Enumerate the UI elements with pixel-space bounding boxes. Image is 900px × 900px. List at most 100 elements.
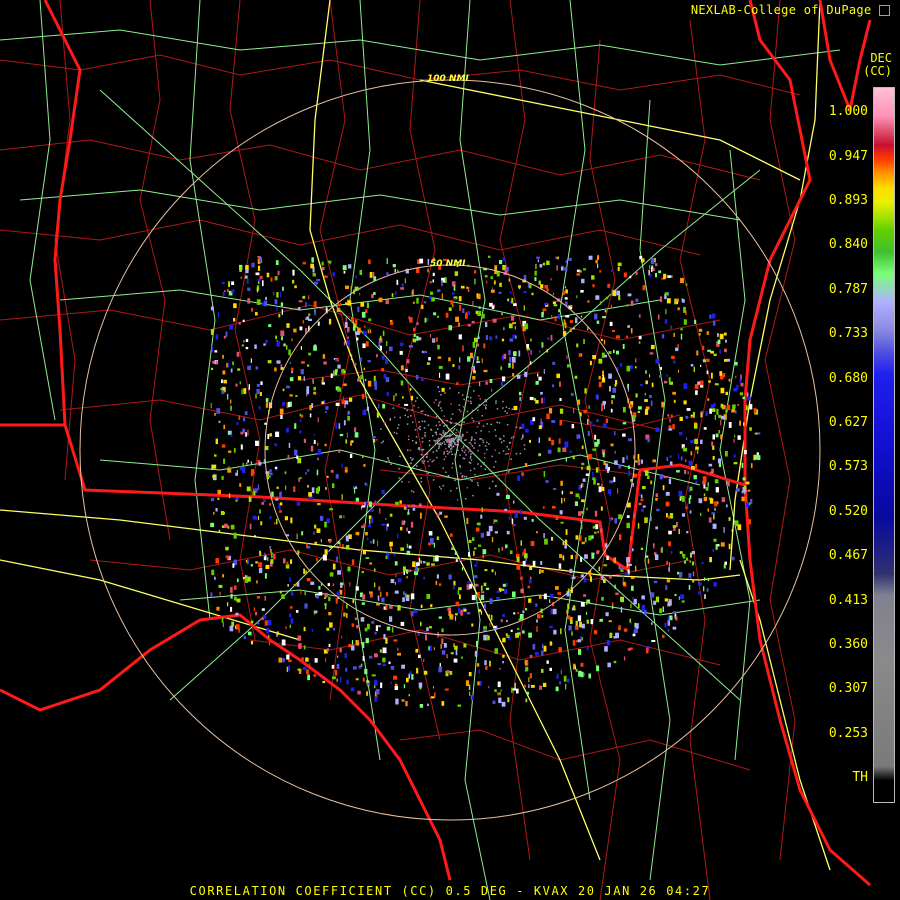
radar-echo — [309, 663, 311, 670]
radar-echo — [512, 322, 516, 325]
radar-echo — [581, 499, 585, 503]
radar-echo — [584, 388, 587, 394]
radar-echo — [423, 576, 425, 580]
radar-echo — [556, 373, 560, 379]
radar-echo — [508, 278, 510, 282]
radar-echo — [409, 449, 412, 452]
radar-echo — [651, 640, 656, 642]
radar-echo — [364, 668, 368, 675]
radar-echo — [575, 535, 579, 540]
radar-echo — [393, 553, 396, 557]
radar-echo — [270, 549, 272, 553]
radar-echo — [484, 457, 486, 459]
radar-echo — [510, 629, 513, 632]
radar-echo — [232, 563, 235, 568]
radar-echo — [267, 360, 272, 364]
radar-echo — [385, 638, 388, 644]
radar-echo — [721, 415, 725, 420]
radar-echo — [455, 431, 457, 434]
radar-echo — [349, 397, 353, 402]
radar-echo — [518, 285, 521, 288]
radar-echo — [756, 452, 759, 456]
radar-echo — [312, 273, 316, 277]
radar-echo — [509, 338, 514, 342]
radar-echo — [500, 441, 503, 444]
radar-echo — [308, 352, 312, 356]
radar-echo — [665, 308, 667, 315]
radar-echo — [668, 377, 671, 383]
radar-echo — [743, 485, 747, 489]
radar-echo — [392, 407, 395, 409]
range-ring-label-100: 100 NMI — [427, 74, 469, 84]
radar-echo — [617, 262, 622, 267]
radar-echo — [296, 502, 301, 506]
radar-echo — [469, 691, 471, 697]
radar-echo — [444, 439, 447, 441]
radar-echo — [346, 340, 350, 346]
radar-echo — [473, 467, 476, 470]
radar-echo — [679, 432, 683, 436]
radar-echo — [707, 349, 712, 352]
radar-echo — [345, 535, 349, 542]
radar-echo — [347, 336, 350, 339]
radar-echo — [488, 614, 490, 618]
radar-echo — [479, 398, 481, 400]
radar-echo — [385, 351, 388, 354]
radar-echo — [569, 320, 573, 324]
radar-echo — [402, 566, 406, 572]
radar-echo — [460, 439, 462, 441]
radar-echo — [515, 452, 518, 455]
radar-echo — [551, 420, 556, 423]
radar-echo — [552, 608, 557, 615]
radar-echo — [313, 531, 315, 535]
radar-echo — [294, 285, 297, 289]
radar-echo — [340, 584, 343, 588]
radar-echo — [575, 620, 578, 626]
radar-echo — [415, 374, 419, 380]
radar-echo — [467, 286, 470, 292]
radar-echo — [410, 521, 414, 528]
radar-echo — [254, 344, 257, 349]
radar-echo — [668, 562, 670, 568]
radar-echo — [472, 341, 476, 348]
radar-echo — [502, 614, 505, 617]
radar-echo — [349, 582, 351, 587]
radar-echo — [390, 681, 392, 685]
radar-echo — [640, 498, 644, 502]
radar-echo — [664, 380, 668, 384]
radar-echo — [495, 435, 497, 437]
radar-echo — [294, 423, 297, 429]
radar-echo — [415, 648, 419, 653]
radar-echo — [379, 508, 381, 514]
radar-echo — [505, 544, 508, 549]
radar-echo — [457, 431, 460, 433]
radar-echo — [394, 561, 398, 566]
radar-echo — [427, 460, 429, 463]
radar-echo — [423, 454, 426, 456]
radar-echo — [588, 405, 590, 409]
radar-echo — [241, 344, 244, 347]
radar-echo — [530, 685, 535, 688]
radar-echo — [279, 291, 281, 298]
radar-echo — [351, 559, 355, 565]
radar-echo — [583, 409, 587, 414]
radar-echo — [521, 588, 524, 594]
radar-echo — [299, 413, 302, 417]
radar-echo — [566, 355, 568, 360]
radar-echo — [731, 529, 733, 533]
radar-echo — [355, 497, 359, 502]
legend-tick: 0.360 — [828, 637, 868, 652]
radar-echo — [412, 508, 416, 511]
radar-echo — [289, 606, 293, 609]
radar-echo — [433, 312, 437, 316]
radar-echo — [458, 607, 461, 614]
radar-echo — [501, 312, 503, 316]
radar-echo — [592, 525, 595, 529]
radar-echo — [428, 357, 431, 361]
radar-echo — [699, 380, 704, 386]
radar-echo — [529, 439, 531, 443]
legend-tick: 0.787 — [828, 282, 868, 297]
radar-echo — [588, 454, 592, 460]
radar-echo — [470, 402, 472, 405]
radar-echo — [347, 415, 350, 421]
